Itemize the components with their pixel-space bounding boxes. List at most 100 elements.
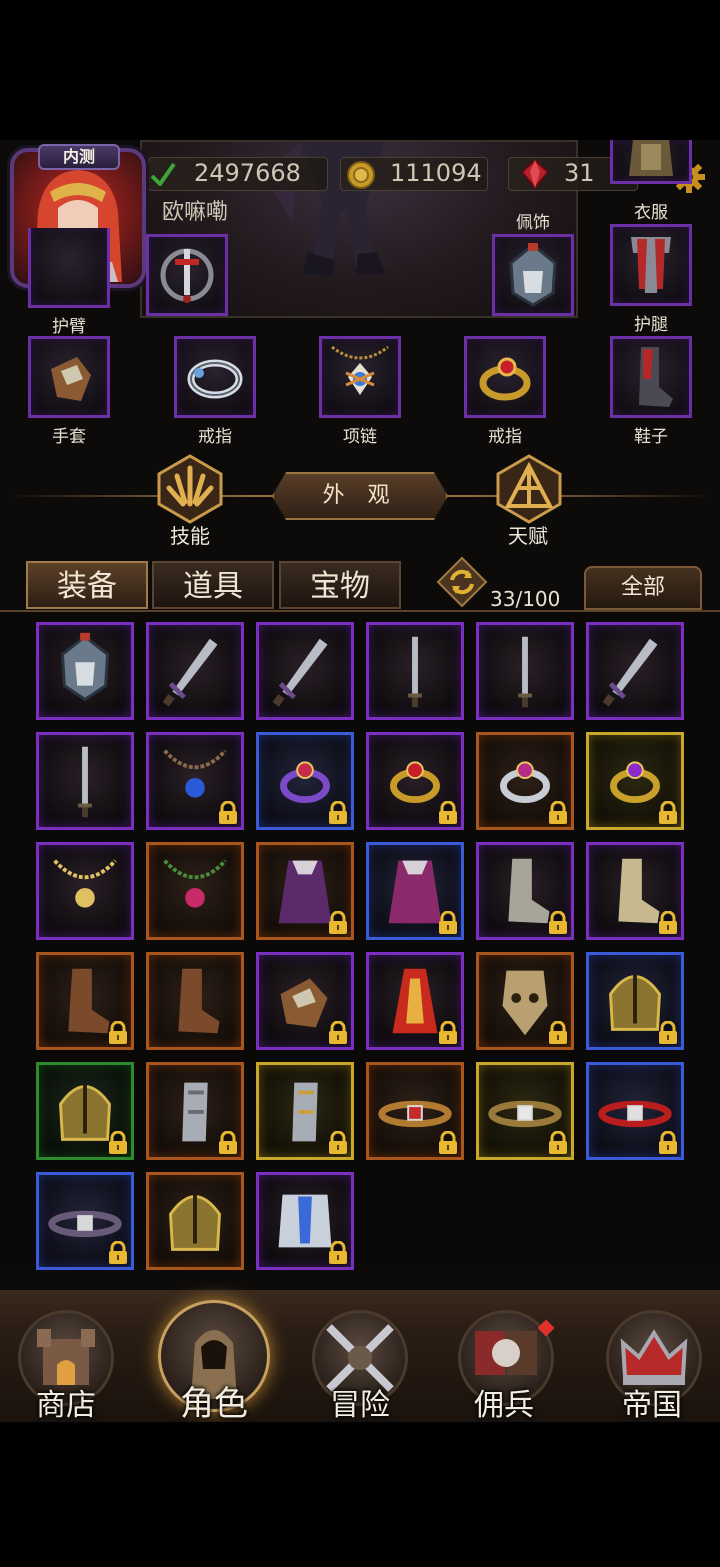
lock-icon (659, 1131, 677, 1154)
gold-coin-icon (347, 161, 375, 189)
ruby-ring-icon (479, 357, 531, 401)
filter-all-button[interactable]: 全部 (584, 566, 702, 610)
skills-button-icon[interactable] (155, 454, 225, 524)
dagger-icon (408, 636, 422, 708)
inventory-slot[interactable] (366, 952, 464, 1050)
nav-shop-label: 商店 (36, 1388, 96, 1422)
equip-label-ring-right: 戒指 (488, 427, 522, 447)
equip-label-leggings: 护腿 (634, 315, 668, 335)
equip-slot-armguard[interactable] (28, 228, 110, 308)
lock-icon (219, 801, 237, 824)
tab-equipment[interactable]: 装备 (26, 561, 148, 609)
lock-icon (109, 1021, 127, 1044)
lock-icon (109, 1241, 127, 1264)
inventory-slot[interactable] (476, 952, 574, 1050)
equip-label-ring-left: 戒指 (198, 427, 232, 447)
inventory-slot[interactable] (586, 732, 684, 830)
inventory-slot[interactable] (256, 622, 354, 720)
inventory-slot[interactable] (586, 842, 684, 940)
inventory-slot[interactable] (366, 732, 464, 830)
inventory-slot[interactable] (36, 842, 134, 940)
inventory-slot[interactable] (256, 1062, 354, 1160)
inventory-slot[interactable] (586, 952, 684, 1050)
lock-icon (549, 1131, 567, 1154)
equip-slot-accessory[interactable] (492, 234, 574, 316)
talent-button-icon[interactable] (494, 454, 564, 524)
inventory-slot[interactable] (476, 842, 574, 940)
gloves-icon (51, 357, 91, 401)
gem-value: 31 (564, 159, 595, 187)
inventory-slot[interactable] (146, 732, 244, 830)
boots-icon (639, 347, 673, 407)
inventory-slot[interactable] (366, 622, 464, 720)
inventory-slot[interactable] (586, 1062, 684, 1160)
inventory-slot[interactable] (36, 952, 134, 1050)
equip-slot-ring-left[interactable] (174, 336, 256, 418)
inventory-slot[interactable] (146, 952, 244, 1050)
equip-slot-ring-right[interactable] (464, 336, 546, 418)
inventory-slot[interactable] (256, 842, 354, 940)
gold-helm-icon (169, 1194, 221, 1251)
skills-label: 技能 (170, 524, 210, 548)
lock-icon (329, 1021, 347, 1044)
inventory-slot[interactable] (36, 1172, 134, 1270)
exp-icon (150, 162, 176, 186)
silver-ring-icon (187, 359, 243, 399)
inventory-slot[interactable] (146, 1172, 244, 1270)
equip-label-clothes: 衣服 (634, 203, 668, 223)
lock-icon (329, 1241, 347, 1264)
sword-icon (272, 638, 328, 707)
inventory-slot[interactable] (146, 842, 244, 940)
inventory-count: 33/100 (490, 587, 561, 611)
inventory-slot[interactable] (146, 622, 244, 720)
inventory-slot[interactable] (586, 622, 684, 720)
sword-icon (602, 638, 658, 707)
vine-necklace-icon (163, 859, 227, 908)
tab-treasure[interactable]: 宝物 (279, 561, 401, 609)
inventory-slot[interactable] (256, 952, 354, 1050)
inventory-slot[interactable] (476, 622, 574, 720)
inventory-slot[interactable] (256, 732, 354, 830)
sword-icon (162, 638, 218, 707)
lock-icon (329, 911, 347, 934)
lock-icon (439, 801, 457, 824)
equip-slot-clothes[interactable] (610, 140, 692, 184)
dagger-icon (518, 636, 532, 708)
appearance-button[interactable]: 外 观 (272, 472, 448, 520)
inventory-slot[interactable] (36, 622, 134, 720)
sort-refresh-icon[interactable] (436, 556, 488, 608)
exp-value: 2497668 (194, 159, 301, 187)
equip-slot-gloves[interactable] (28, 336, 110, 418)
lock-icon (549, 1021, 567, 1044)
sword-emblem-icon (160, 248, 214, 303)
amulet-icon (509, 243, 557, 307)
equip-slot-necklace[interactable] (319, 336, 401, 418)
equip-label-gloves: 手套 (52, 427, 86, 447)
tab-items[interactable]: 道具 (152, 561, 274, 609)
inventory-slot[interactable] (146, 1062, 244, 1160)
accessory-amulet-icon (60, 632, 110, 702)
nav-mercenary-label: 佣兵 (474, 1388, 534, 1422)
equip-slot-leggings[interactable] (610, 224, 692, 306)
gold-value: 111094 (390, 159, 482, 187)
equip-label-necklace: 项链 (343, 427, 377, 447)
inventory-slot[interactable] (36, 1062, 134, 1160)
status-bar-area (0, 0, 720, 140)
inventory-slot[interactable] (36, 732, 134, 830)
nav-adventure-label: 冒险 (330, 1388, 390, 1422)
equip-label-accessory: 佩饰 (516, 213, 550, 233)
ruby-gem-icon (520, 158, 550, 190)
inventory-slot[interactable] (366, 1062, 464, 1160)
inventory-slot[interactable] (476, 1062, 574, 1160)
equip-label-armguard: 护臂 (52, 317, 86, 337)
hero-badge: 内测 (38, 144, 120, 170)
equip-slot-weapon[interactable] (146, 234, 228, 316)
equip-slot-shoes[interactable] (610, 336, 692, 418)
lock-icon (439, 1131, 457, 1154)
bottom-nav: 商店 角色 冒险 佣兵 帝国 (0, 1290, 720, 1422)
inventory-slot[interactable] (366, 842, 464, 940)
inventory-slot[interactable] (476, 732, 574, 830)
inventory-slot[interactable] (256, 1172, 354, 1270)
lock-icon (439, 1021, 457, 1044)
lock-icon (329, 1131, 347, 1154)
